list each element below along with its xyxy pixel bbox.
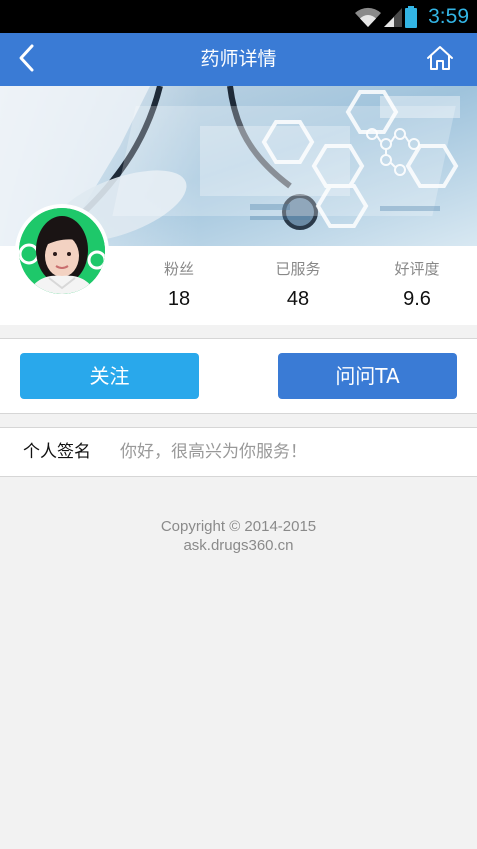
avatar[interactable] [15,204,109,298]
stat-label: 好评度 [394,260,440,278]
signature-label: 个人签名 [23,442,91,462]
chevron-left-icon [18,43,36,77]
copyright-text: Copyright © 2014-2015 [160,518,317,535]
site-text: ask.drugs360.cn [183,537,294,554]
stat-fans: 粉丝 18 [129,246,229,311]
footer: Copyright © 2014-2015 ask.drugs360.cn [0,517,477,555]
stat-value: 48 [286,288,310,310]
ask-button[interactable]: 问问TA [278,353,457,399]
status-icons: 3:59 [354,0,469,33]
signal-icon [382,6,404,28]
home-button[interactable] [403,33,477,86]
follow-button[interactable]: 关注 [20,353,199,399]
back-button[interactable] [0,33,54,86]
stat-rating: 好评度 9.6 [367,246,467,311]
stat-served: 已服务 48 [248,246,348,311]
stat-label: 粉丝 [163,260,194,278]
stat-label: 已服务 [275,260,321,278]
stat-value: 18 [167,288,191,310]
status-time: 3:59 [428,4,469,28]
home-icon [426,44,454,76]
title-bar: 药师详情 [0,33,477,86]
signature-text: 你好，很高兴为你服务！ [120,442,307,462]
battery-icon [404,5,418,29]
divider [0,413,477,414]
status-bar: 3:59 [0,0,477,33]
divider [0,476,477,477]
action-row: 关注 问问TA [0,339,477,413]
wifi-icon [354,6,382,28]
stat-value: 9.6 [403,288,431,310]
signature-row: 个人签名 你好，很高兴为你服务！ [0,428,477,476]
